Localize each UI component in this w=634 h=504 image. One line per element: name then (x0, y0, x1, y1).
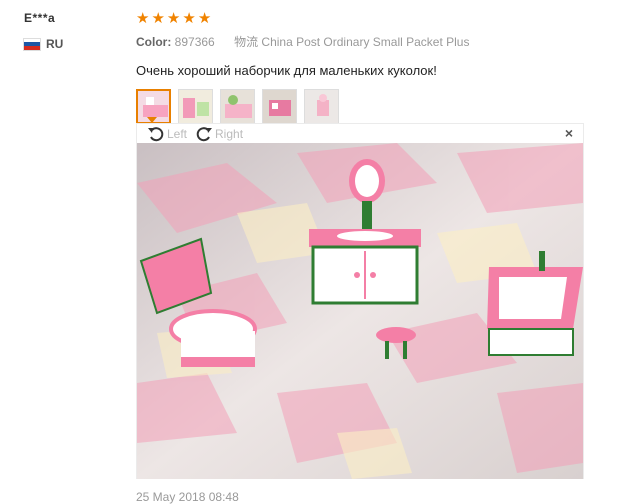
rotate-right-icon (196, 126, 213, 141)
review-body: ★ ★ ★ ★ ★ Color: 897366 物流 China Post Or… (136, 11, 616, 124)
close-icon[interactable]: × (565, 125, 573, 141)
thumbnail-strip (136, 89, 616, 124)
thumbnail-kitchen-set-4[interactable] (262, 89, 297, 124)
rotate-left-button[interactable]: Left (147, 125, 187, 143)
star-icon: ★ (166, 10, 181, 27)
thumbnail-furniture-set-2[interactable] (178, 89, 213, 124)
order-meta: Color: 897366 物流 China Post Ordinary Sma… (136, 33, 616, 50)
star-icon: ★ (197, 10, 212, 27)
review-photo (137, 143, 583, 479)
reviewer-country: RU (24, 37, 63, 51)
reviewer-info: E***a RU (24, 11, 63, 51)
thumbnail-bedroom-set-3[interactable] (220, 89, 255, 124)
rotate-right-button[interactable]: Right (195, 125, 243, 143)
rotate-right-label: Right (215, 126, 244, 141)
star-icon: ★ (151, 10, 165, 27)
country-code: RU (46, 37, 64, 51)
viewer-toolbar: Left Right (137, 124, 583, 143)
dollhouse-bathroom-photo (137, 143, 583, 479)
star-icon: ★ (136, 10, 150, 27)
rotate-left-icon (148, 126, 164, 141)
review-text: Очень хороший наборчик для маленьких кук… (136, 63, 437, 78)
russia-flag-icon (24, 38, 40, 50)
color-value: 897366 (174, 35, 215, 49)
rotate-left-label: Left (167, 126, 188, 141)
thumbnail-bathroom-set-5[interactable] (304, 89, 339, 124)
star-rating: ★ ★ ★ ★ ★ (136, 11, 616, 27)
reviewer-name: E***a (24, 11, 56, 25)
star-icon: ★ (182, 10, 196, 27)
color-label: Color: (136, 35, 172, 49)
image-viewer: Left Right × (136, 123, 584, 479)
review-date: 25 May 2018 08:48 (136, 490, 239, 504)
shipping-method: 物流 China Post Ordinary Small Packet Plus (234, 35, 470, 49)
